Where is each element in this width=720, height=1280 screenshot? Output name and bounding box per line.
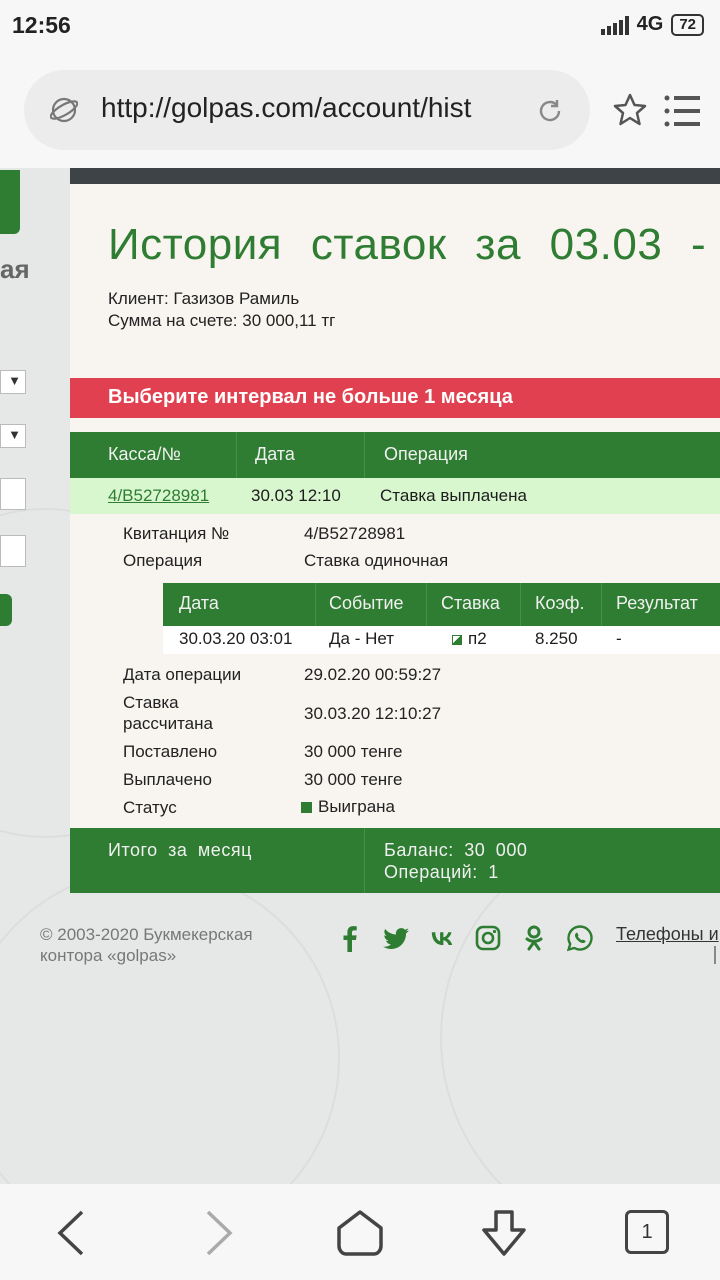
row-operation: Ставка выплачена: [380, 486, 527, 505]
receipt-label: Квитанция №: [123, 524, 230, 543]
reload-icon[interactable]: [536, 97, 564, 125]
site-globe-icon: [50, 97, 78, 123]
side-select[interactable]: [0, 370, 26, 394]
outcome-icon: [452, 634, 462, 645]
browser-bottom-nav: 1: [0, 1184, 720, 1280]
receipt-value: 4/B52728981: [304, 524, 406, 543]
background-ball: [0, 868, 340, 1184]
status-badge: Выиграна: [301, 796, 395, 817]
settled-value: 30.03.20 12:10:27: [304, 704, 442, 723]
back-icon[interactable]: [56, 1210, 88, 1256]
footer-divider: [714, 946, 716, 964]
forward-icon[interactable]: [202, 1210, 234, 1256]
status-won-icon: [301, 802, 312, 814]
settled-label: Ставка рассчитана: [123, 693, 213, 733]
vk-icon[interactable]: [428, 924, 456, 952]
status-bar: 12:56 4G 72: [0, 0, 720, 56]
col-operation: Операция: [384, 444, 468, 464]
table-header: Касса/№ Дата Операция: [70, 432, 720, 478]
side-date-input[interactable]: [0, 478, 26, 510]
client-name: Клиент: Газизов Рамиль: [108, 289, 300, 308]
paid-value: 30 000 тенге: [304, 770, 403, 789]
web-page: ая История ставок за 03.03 - Клиент: Газ…: [0, 168, 720, 1184]
history-card: История ставок за 03.03 - Клиент: Газизо…: [70, 168, 720, 893]
paid-label: Выплачено: [123, 770, 212, 789]
totals-balance: Баланс: 30 000: [384, 840, 528, 860]
col-kassa: Касса/№: [108, 444, 181, 464]
signal-icon: [600, 15, 629, 35]
facebook-icon[interactable]: [336, 924, 364, 952]
home-icon[interactable]: [336, 1210, 384, 1256]
bet-coef: 8.250: [535, 629, 578, 648]
table-row[interactable]: 4/B52728981 30.03 12:10 Ставка выплачена: [70, 478, 720, 514]
col-date: Дата: [255, 444, 295, 464]
twitter-icon[interactable]: [382, 924, 410, 952]
bet-col-date: Дата: [179, 593, 219, 613]
operation-value: Ставка одиночная: [304, 551, 449, 570]
totals-label: Итого за месяц: [108, 840, 252, 860]
odnoklassniki-icon[interactable]: [520, 924, 548, 952]
instagram-icon[interactable]: [474, 924, 502, 952]
tabs-button[interactable]: 1: [625, 1210, 669, 1254]
social-links: [336, 924, 594, 952]
bet-result: -: [616, 629, 622, 648]
bet-col-event: Событие: [329, 593, 404, 613]
menu-icon[interactable]: [664, 94, 700, 128]
op-date-label: Дата операции: [123, 665, 242, 684]
card-top-bar: [70, 168, 720, 184]
bet-receipt-link[interactable]: 4/B52728981: [108, 486, 209, 506]
clock: 12:56: [12, 12, 71, 38]
bet-outcome: п2: [452, 629, 487, 649]
side-submit-button[interactable]: [0, 594, 12, 626]
whatsapp-icon[interactable]: [566, 924, 594, 952]
bet-col-result: Результат: [616, 593, 698, 613]
placed-label: Поставлено: [123, 742, 218, 761]
row-date: 30.03 12:10: [251, 486, 341, 505]
download-icon[interactable]: [478, 1210, 530, 1258]
bet-table-row: 30.03.20 03:01 Да - Нет п2 8.250 -: [163, 626, 720, 654]
side-panel-text: ая: [0, 254, 30, 284]
status-label: Статус: [123, 798, 177, 817]
placed-value: 30 000 тенге: [304, 742, 403, 761]
interval-alert: Выберите интервал не больше 1 месяца: [70, 378, 720, 418]
phones-link[interactable]: Телефоны и: [616, 924, 719, 945]
bet-date: 30.03.20 03:01: [179, 629, 293, 648]
bookmark-star-icon[interactable]: [612, 92, 648, 128]
side-date-input[interactable]: [0, 535, 26, 567]
side-select[interactable]: [0, 424, 26, 448]
operation-label: Операция: [123, 551, 203, 570]
month-totals: Итого за месяц Баланс: 30 000 Операций: …: [70, 828, 720, 893]
account-balance: Сумма на счете: 30 000,11 тг: [108, 311, 336, 330]
battery-icon: 72: [671, 13, 704, 36]
page-title: История ставок за 03.03 -: [108, 220, 707, 269]
totals-operations: Операций: 1: [384, 862, 499, 882]
address-bar[interactable]: http://golpas.com/account/hist: [24, 70, 590, 150]
url-text[interactable]: http://golpas.com/account/hist: [101, 92, 501, 124]
op-date-value: 29.02.20 00:59:27: [304, 665, 442, 684]
client-info: Клиент: Газизов Рамиль Сумма на счете: 3…: [108, 288, 335, 332]
bet-table-header: Дата Событие Ставка Коэф. Результат: [163, 583, 720, 626]
bet-event: Да - Нет: [329, 629, 395, 648]
bet-col-coef: Коэф.: [535, 593, 585, 613]
side-panel-button[interactable]: [0, 170, 20, 234]
copyright: © 2003-2020 Букмекерская контора «golpas…: [40, 925, 253, 965]
network-type: 4G: [636, 13, 664, 35]
bet-col-stake: Ставка: [441, 593, 500, 613]
browser-toolbar: http://golpas.com/account/hist: [0, 56, 720, 168]
